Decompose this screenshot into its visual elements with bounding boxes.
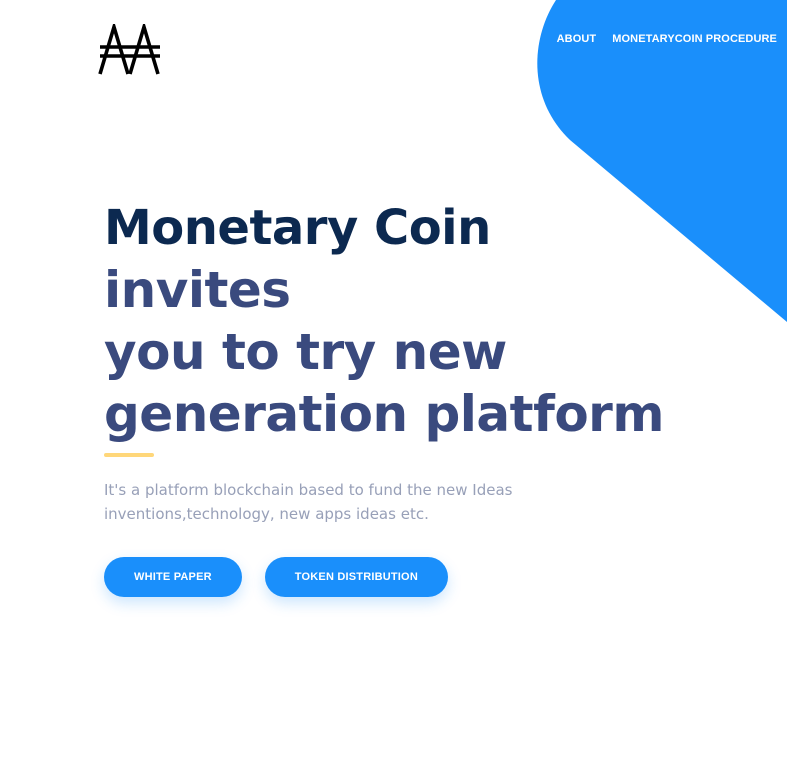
- double-a-logo-icon[interactable]: [98, 24, 162, 76]
- hero-description: It's a platform blockchain based to fund…: [104, 478, 564, 526]
- white-paper-button[interactable]: WHITE PAPER: [104, 557, 242, 597]
- hero-headline: Monetary Coin invites you to try new gen…: [104, 196, 664, 445]
- nav-link-monetarycoin-procedure[interactable]: MONETARYCOIN PROCEDURE: [612, 33, 777, 45]
- description-line-2: inventions,technology, new apps ideas et…: [104, 505, 429, 523]
- hero-section: Monetary Coin invites you to try new gen…: [104, 196, 664, 597]
- token-distribution-button[interactable]: TOKEN DISTRIBUTION: [264, 557, 448, 597]
- headline-line-invites: invites: [104, 261, 291, 319]
- headline-underline: [104, 453, 154, 457]
- headline-line-generation: generation platform: [104, 385, 664, 443]
- headline-brand: Monetary Coin: [104, 200, 491, 256]
- nav-link-about[interactable]: ABOUT: [557, 33, 597, 45]
- hero-buttons: WHITE PAPER TOKEN DISTRIBUTION: [104, 557, 664, 597]
- landing-page: ABOUT MONETARYCOIN PROCEDURE Monetary Co…: [0, 0, 787, 768]
- headline-line-try-new: you to try new: [104, 323, 507, 381]
- description-line-1: It's a platform blockchain based to fund…: [104, 481, 513, 499]
- main-nav: ABOUT MONETARYCOIN PROCEDURE: [557, 33, 777, 45]
